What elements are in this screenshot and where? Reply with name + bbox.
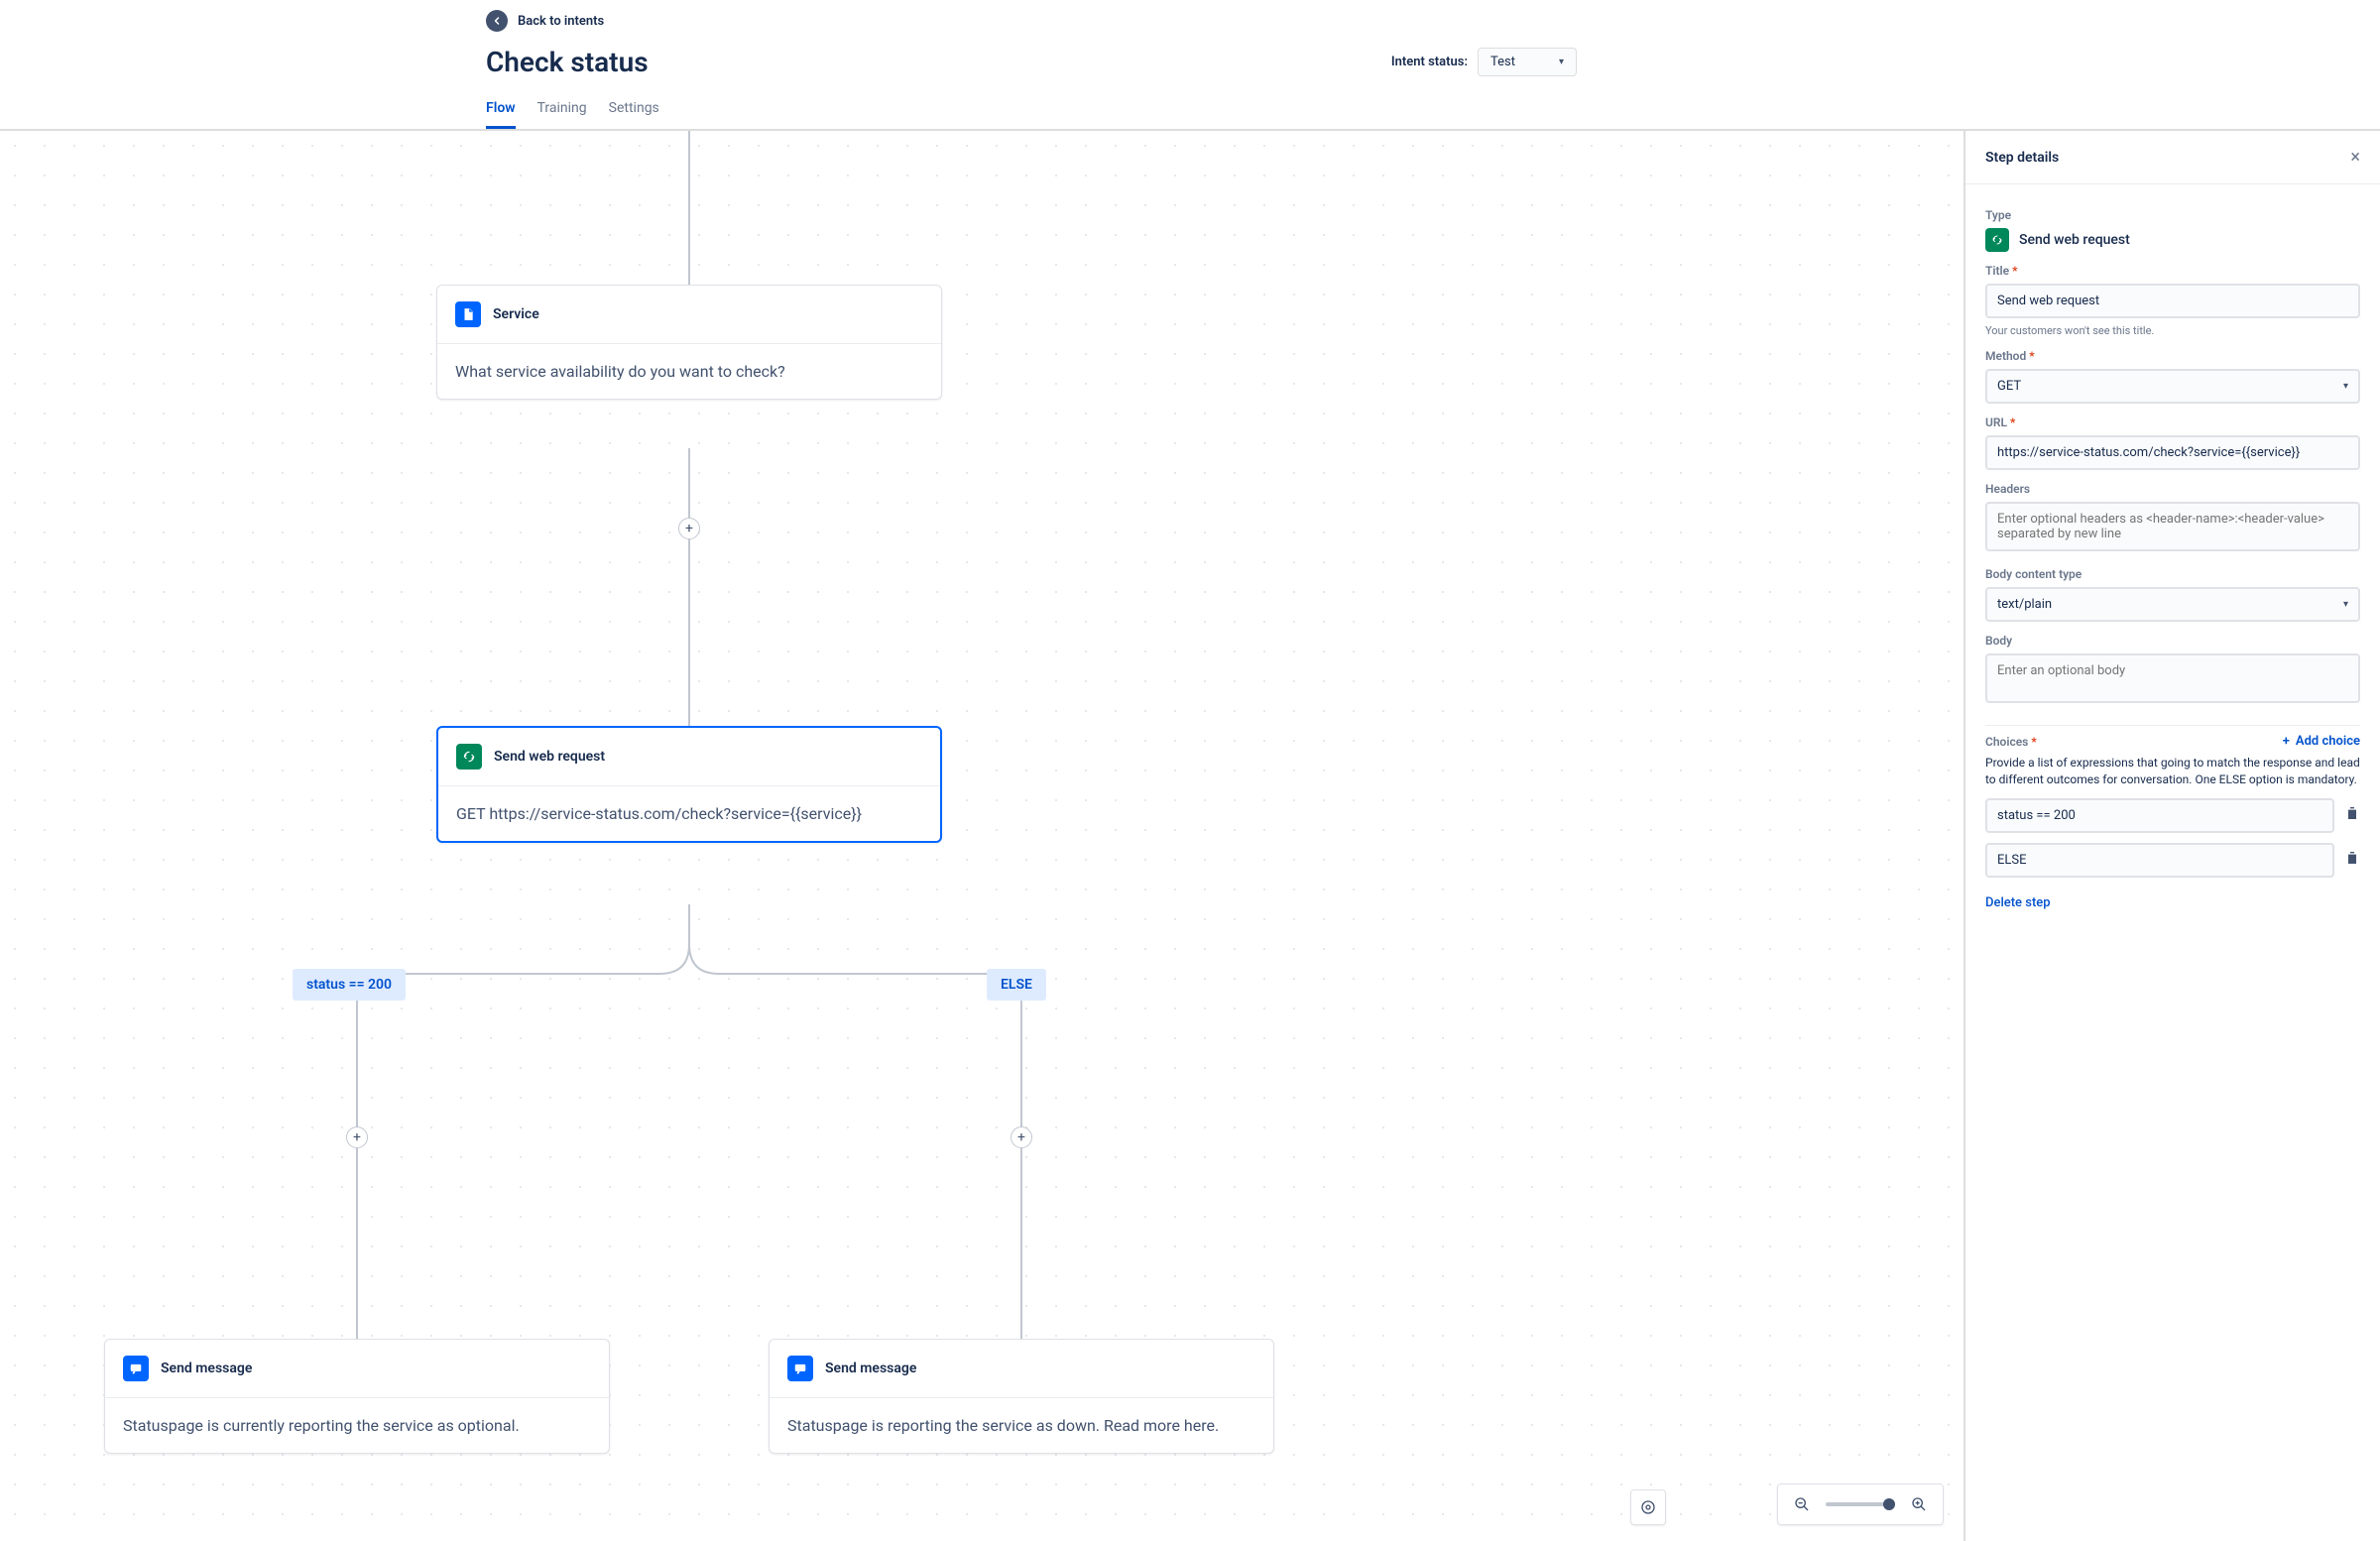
- node-send-message-right[interactable]: Send message Statuspage is reporting the…: [769, 1339, 1274, 1454]
- node-service[interactable]: Service What service availability do you…: [436, 285, 942, 400]
- node-send-left-title: Send message: [161, 1361, 252, 1376]
- web-request-icon: [456, 744, 482, 770]
- branch-label-else[interactable]: ELSE: [987, 969, 1046, 1001]
- choice-input[interactable]: [1985, 798, 2334, 833]
- title-label: Title: [1985, 264, 2360, 278]
- plus-icon: +: [2283, 734, 2290, 749]
- node-send-left-body: Statuspage is currently reporting the se…: [105, 1398, 609, 1453]
- body-input[interactable]: [1985, 653, 2360, 703]
- node-web-request[interactable]: Send web request GET https://service-sta…: [436, 726, 942, 843]
- intent-status-label: Intent status:: [1391, 55, 1468, 69]
- arrow-left-circle-icon: [486, 10, 508, 32]
- trash-icon[interactable]: [2344, 805, 2360, 825]
- node-send-right-body: Statuspage is reporting the service as d…: [770, 1398, 1273, 1453]
- url-label: URL: [1985, 415, 2360, 429]
- add-choice-button[interactable]: + Add choice: [2283, 734, 2360, 749]
- zoom-slider[interactable]: [1826, 1502, 1895, 1506]
- chevron-down-icon: ▾: [2343, 381, 2348, 392]
- body-type-select[interactable]: text/plain ▾: [1985, 587, 2360, 622]
- add-choice-label: Add choice: [2296, 734, 2360, 749]
- tabs: Flow Training Settings: [486, 100, 1577, 129]
- choice-row: [1985, 843, 2360, 878]
- chevron-down-icon: ▾: [2343, 599, 2348, 610]
- flow-canvas[interactable]: Service What service availability do you…: [0, 131, 2380, 1541]
- url-input[interactable]: [1985, 435, 2360, 470]
- method-select[interactable]: GET ▾: [1985, 369, 2360, 404]
- node-send-message-left[interactable]: Send message Statuspage is currently rep…: [104, 1339, 610, 1454]
- chevron-down-icon: ▾: [1559, 57, 1564, 67]
- node-service-title: Service: [493, 306, 539, 322]
- zoom-controls: [1777, 1483, 1944, 1525]
- branch-label-status-200[interactable]: status == 200: [293, 969, 406, 1001]
- choice-input[interactable]: [1985, 843, 2334, 878]
- step-type: Send web request: [1985, 228, 2360, 252]
- body-label: Body: [1985, 634, 2360, 648]
- node-send-right-title: Send message: [825, 1361, 916, 1376]
- method-label: Method: [1985, 349, 2360, 363]
- tab-settings[interactable]: Settings: [609, 100, 659, 129]
- headers-label: Headers: [1985, 482, 2360, 496]
- body-type-label: Body content type: [1985, 567, 2360, 581]
- page-title: Check status: [486, 46, 649, 78]
- add-step-button[interactable]: +: [678, 518, 700, 539]
- method-value: GET: [1997, 379, 2021, 394]
- type-label: Type: [1985, 208, 2360, 222]
- panel-title: Step details: [1985, 150, 2059, 166]
- web-request-icon: [1985, 228, 2009, 252]
- locate-button[interactable]: [1630, 1489, 1666, 1525]
- tab-training[interactable]: Training: [537, 100, 587, 129]
- node-web-request-title: Send web request: [494, 749, 605, 765]
- node-service-body: What service availability do you want to…: [437, 344, 941, 399]
- headers-input[interactable]: [1985, 502, 2360, 551]
- zoom-in-button[interactable]: [1907, 1492, 1931, 1516]
- choice-row: [1985, 798, 2360, 833]
- trash-icon[interactable]: [2344, 850, 2360, 870]
- choices-label: Choices: [1985, 735, 2037, 749]
- body-type-value: text/plain: [1997, 597, 2052, 612]
- step-details-panel: Step details × Type Send web request Tit…: [1964, 131, 2380, 1541]
- node-web-request-body: GET https://service-status.com/check?ser…: [438, 786, 940, 841]
- message-icon: [123, 1356, 149, 1381]
- title-help: Your customers won't see this title.: [1985, 324, 2360, 337]
- choices-description: Provide a list of expressions that going…: [1985, 755, 2360, 788]
- close-icon[interactable]: ×: [2350, 147, 2360, 168]
- delete-step-link[interactable]: Delete step: [1985, 895, 2360, 910]
- back-to-intents-link[interactable]: Back to intents: [486, 10, 1577, 32]
- title-input[interactable]: [1985, 284, 2360, 318]
- add-step-button-left[interactable]: +: [346, 1126, 368, 1148]
- intent-status-select[interactable]: Test ▾: [1478, 48, 1577, 76]
- message-icon: [787, 1356, 813, 1381]
- page-header: Back to intents Check status Intent stat…: [0, 0, 2380, 131]
- add-step-button-right[interactable]: +: [1011, 1126, 1032, 1148]
- zoom-out-button[interactable]: [1790, 1492, 1814, 1516]
- step-type-value: Send web request: [2019, 232, 2130, 248]
- document-icon: [455, 301, 481, 327]
- back-label: Back to intents: [518, 14, 604, 29]
- intent-status-value: Test: [1490, 55, 1515, 69]
- tab-flow[interactable]: Flow: [486, 100, 516, 129]
